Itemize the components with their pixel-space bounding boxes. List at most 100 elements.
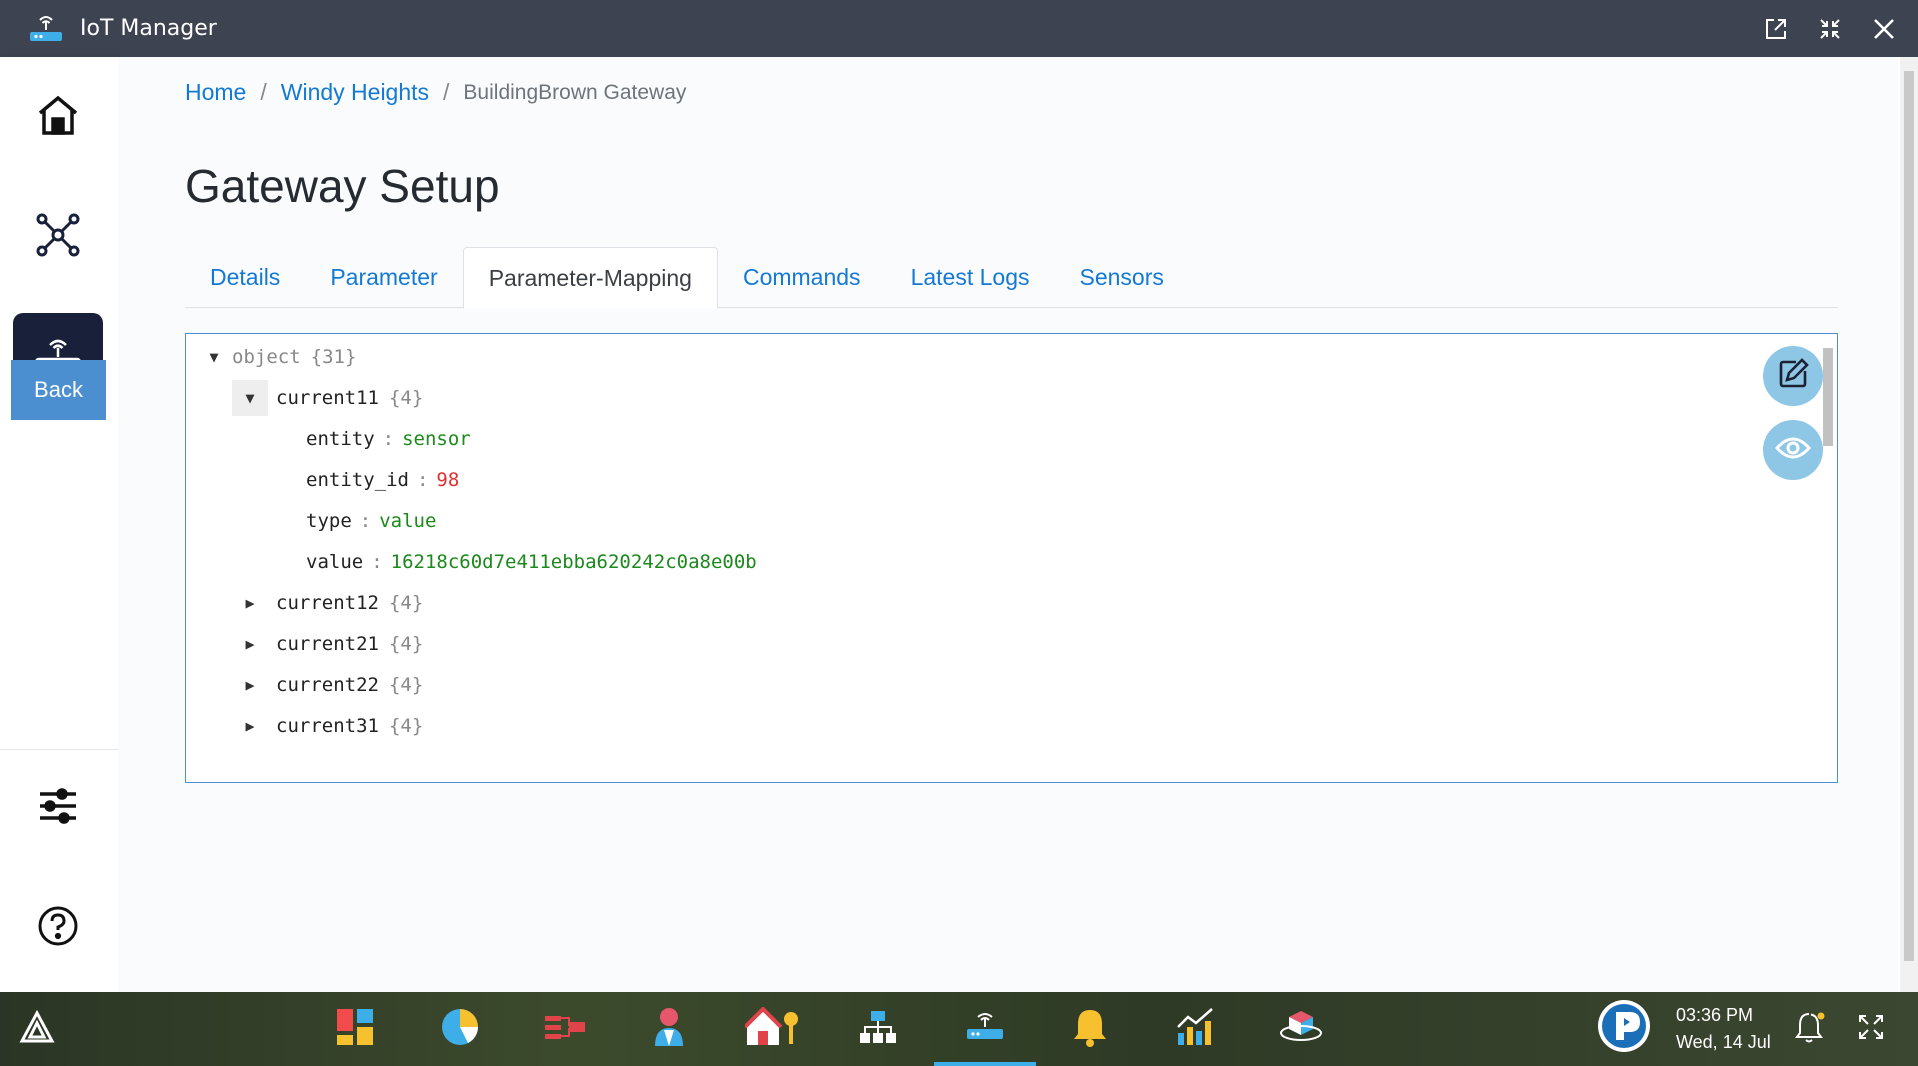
json-viewer[interactable]: ▼ object {31} ▼ current11 {4} entity : s… — [185, 333, 1838, 783]
taskbar-profile[interactable] — [1596, 1000, 1652, 1056]
caret-right-icon[interactable]: ▶ — [232, 585, 268, 621]
network-icon — [34, 211, 82, 263]
json-key: current21 — [276, 632, 379, 655]
tab-latest-logs[interactable]: Latest Logs — [886, 247, 1055, 308]
json-node-row[interactable]: ▶ current31 {4} — [232, 705, 423, 746]
taskbar-dashboard[interactable] — [330, 1004, 380, 1054]
json-colon: : — [382, 427, 395, 450]
taskbar-flow[interactable] — [540, 1004, 590, 1054]
breadcrumb-separator: / — [260, 79, 267, 105]
taskbar-fullscreen[interactable] — [1846, 1004, 1896, 1054]
tab-bar: Details Parameter Parameter-Mapping Comm… — [185, 247, 1838, 309]
expand-icon — [1857, 1013, 1885, 1045]
router-icon — [26, 9, 66, 49]
home-key-icon — [743, 1006, 801, 1051]
taskbar-gateway[interactable] — [960, 1004, 1010, 1054]
close-icon[interactable] — [1868, 13, 1900, 45]
page-scrollbar-thumb[interactable] — [1904, 71, 1914, 961]
popout-icon[interactable] — [1760, 13, 1792, 45]
analytics-icon — [440, 1007, 480, 1051]
compress-icon[interactable] — [1814, 13, 1846, 45]
chart-icon — [1174, 1007, 1216, 1051]
json-count: {4} — [388, 591, 424, 614]
json-value: 98 — [436, 468, 460, 491]
json-count: {4} — [388, 632, 424, 655]
taskbar-active-indicator — [934, 1062, 1036, 1066]
taskbar-hierarchy[interactable] — [853, 1004, 903, 1054]
json-root-count: {31} — [310, 345, 357, 368]
page-scrollbar[interactable] — [1900, 57, 1918, 992]
tab-details[interactable]: Details — [185, 247, 305, 308]
tab-parameter[interactable]: Parameter — [305, 247, 462, 308]
taskbar-home-key[interactable] — [743, 1004, 801, 1054]
json-scrollbar-thumb[interactable] — [1823, 348, 1833, 446]
json-field-row: entity_id : 98 — [306, 459, 459, 500]
dashboard-icon — [335, 1007, 375, 1051]
app-title: IoT Manager — [80, 16, 217, 41]
main-content: Home / Windy Heights / BuildingBrown Gat… — [118, 57, 1898, 992]
flow-icon — [543, 1012, 587, 1046]
taskbar-alerts[interactable] — [1065, 1004, 1115, 1054]
start-button[interactable] — [12, 1004, 62, 1054]
json-colon: : — [371, 550, 383, 573]
json-tools — [1763, 346, 1823, 480]
taskbar-user[interactable] — [644, 1004, 694, 1054]
sidebar-item-help[interactable] — [13, 883, 103, 973]
json-node-row[interactable]: ▶ current22 {4} — [232, 664, 423, 705]
caret-right-icon[interactable]: ▶ — [232, 626, 268, 662]
json-value: sensor — [402, 427, 471, 450]
json-root-label: object — [232, 345, 301, 368]
tab-parameter-mapping[interactable]: Parameter-Mapping — [462, 247, 718, 309]
taskbar-notifications[interactable] — [1786, 1004, 1836, 1054]
breadcrumb-site[interactable]: Windy Heights — [281, 79, 429, 106]
json-colon: : — [416, 468, 429, 491]
json-count: {4} — [388, 714, 424, 737]
json-key: current22 — [276, 673, 379, 696]
taskbar-cube[interactable] — [1276, 1004, 1326, 1054]
help-icon — [36, 904, 80, 952]
json-root-row[interactable]: ▼ object {31} — [196, 336, 356, 377]
caret-right-icon[interactable]: ▶ — [232, 667, 268, 703]
json-key: current11 — [276, 386, 379, 409]
json-node-row[interactable]: ▼ current11 {4} — [232, 377, 423, 418]
json-key: current12 — [276, 591, 379, 614]
eye-icon — [1774, 434, 1812, 466]
json-node-row[interactable]: ▶ current12 {4} — [232, 582, 423, 623]
view-button[interactable] — [1763, 420, 1823, 480]
sliders-icon — [36, 784, 80, 832]
caret-down-icon[interactable]: ▼ — [196, 339, 232, 375]
breadcrumb-current: BuildingBrown Gateway — [463, 80, 687, 104]
json-node-row[interactable]: ▶ current21 {4} — [232, 623, 423, 664]
back-button[interactable]: Back — [11, 360, 106, 420]
bell-app-icon — [1071, 1007, 1109, 1051]
sidebar-item-settings[interactable] — [13, 763, 103, 853]
clock: 03:36 PM Wed, 14 Jul — [1676, 1002, 1771, 1056]
json-count: {4} — [388, 673, 424, 696]
page-title: Gateway Setup — [185, 160, 500, 212]
tab-commands[interactable]: Commands — [718, 247, 886, 308]
json-key: current31 — [276, 714, 379, 737]
sidebar-item-network[interactable] — [13, 192, 103, 282]
json-key: entity_id — [306, 468, 409, 491]
taskbar-chart[interactable] — [1170, 1004, 1220, 1054]
json-key: entity — [306, 427, 375, 450]
sidebar-item-home[interactable] — [13, 72, 103, 162]
edit-button[interactable] — [1763, 346, 1823, 406]
cube-icon — [1278, 1007, 1324, 1051]
json-key: type — [306, 509, 352, 532]
edit-icon — [1776, 357, 1810, 395]
gateway-icon — [965, 1011, 1005, 1047]
json-count: {4} — [388, 386, 424, 409]
notification-bell-icon — [1794, 1010, 1828, 1048]
json-key: value — [306, 550, 364, 573]
breadcrumb-home[interactable]: Home — [185, 79, 246, 106]
caret-down-icon[interactable]: ▼ — [232, 379, 268, 416]
taskbar-analytics[interactable] — [435, 1004, 485, 1054]
clock-time: 03:36 PM — [1676, 1005, 1754, 1025]
user-icon — [652, 1006, 686, 1052]
home-icon — [36, 93, 80, 141]
tab-sensors[interactable]: Sensors — [1054, 247, 1188, 308]
caret-right-icon[interactable]: ▶ — [232, 708, 268, 744]
profile-logo-icon — [1596, 998, 1652, 1058]
start-icon — [19, 1009, 55, 1048]
